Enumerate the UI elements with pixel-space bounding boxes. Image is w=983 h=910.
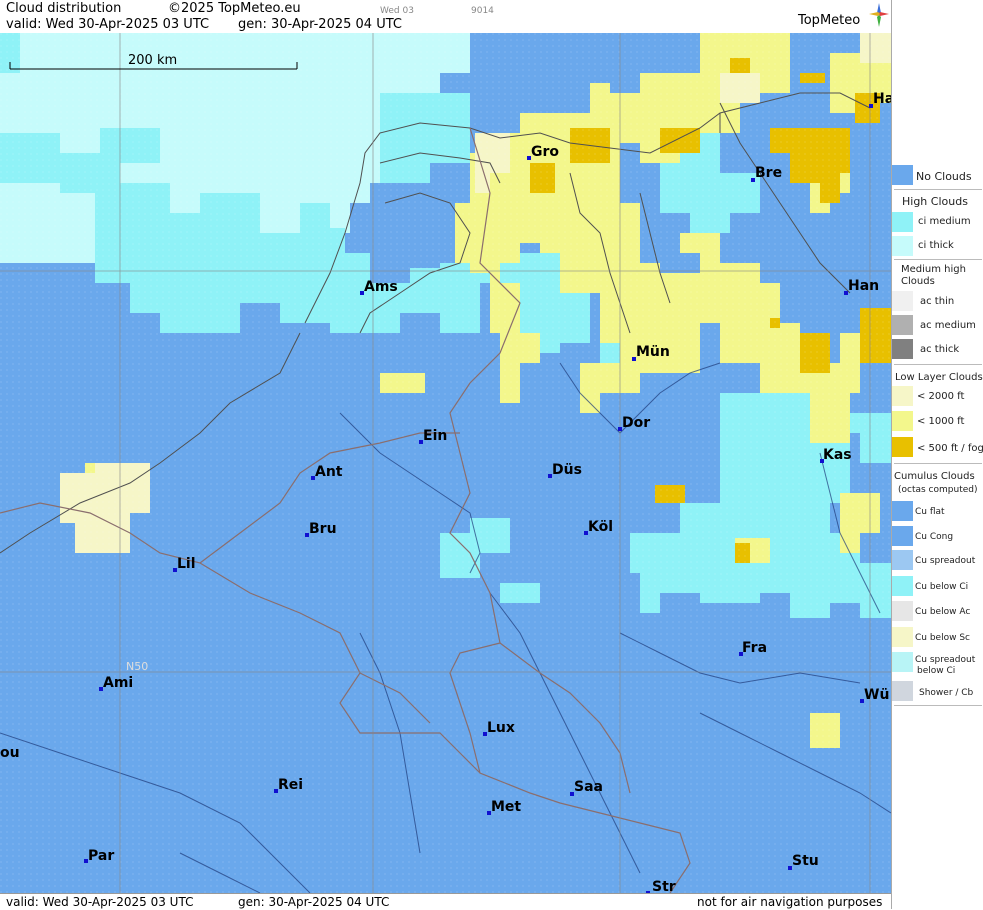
city-label-dus: Düs xyxy=(552,462,582,478)
swatch-no-clouds xyxy=(892,165,913,185)
city-label-ou: ou xyxy=(0,745,20,761)
city-label-par: Par xyxy=(88,848,114,864)
legend-cumulus-heading-1: Cumulus Clouds xyxy=(894,471,975,482)
legend-low-1000: < 1000 ft xyxy=(917,416,965,427)
city-label-kol: Köl xyxy=(588,519,613,535)
swatch-ci-medium xyxy=(892,212,913,232)
legend-ac-thin: ac thin xyxy=(920,296,955,307)
swatch-ac-thick xyxy=(892,339,913,359)
swatch-cu-spread-below-ci xyxy=(892,652,913,672)
swatch-cu-flat xyxy=(892,501,913,521)
legend-separator-1 xyxy=(894,189,982,190)
city-label-ein: Ein xyxy=(423,428,447,444)
city-label-lil: Lil xyxy=(177,556,196,572)
legend-cu-spread-below-ci-2: below Ci xyxy=(917,666,956,676)
texture-overlay xyxy=(0,33,891,893)
cloud-map[interactable]: 200 km N50 Gro Ha Bre Ams Han Mün Dor Ei… xyxy=(0,33,891,893)
legend-shower-cb: Shower / Cb xyxy=(919,688,974,698)
city-label-gro: Gro xyxy=(531,144,559,160)
city-label-dor: Dor xyxy=(622,415,650,431)
city-label-stu: Stu xyxy=(792,853,819,869)
city-label-bru: Bru xyxy=(309,521,337,537)
swatch-cu-spreadout xyxy=(892,550,913,570)
swatch-low-2000 xyxy=(892,386,913,406)
map-title: Cloud distribution xyxy=(6,1,122,16)
legend-separator-3 xyxy=(894,364,982,365)
legend-medium-high-2: Clouds xyxy=(901,276,935,287)
city-label-mun: Mün xyxy=(636,344,670,360)
swatch-cu-below-ci xyxy=(892,576,913,596)
city-label-fra: Fra xyxy=(742,640,767,656)
legend-separator-2 xyxy=(894,259,982,260)
legend-cu-below-ac: Cu below Ac xyxy=(915,607,971,617)
city-label-ha: Ha xyxy=(873,91,891,107)
footer-bar: valid: Wed 30-Apr-2025 03 UTC gen: 30-Ap… xyxy=(0,893,891,910)
footer-valid-time: valid: Wed 30-Apr-2025 03 UTC xyxy=(6,895,194,909)
city-label-str: Str xyxy=(652,879,676,893)
footer-gen-time: gen: 30-Apr-2025 04 UTC xyxy=(238,895,390,909)
legend-cu-cong: Cu Cong xyxy=(915,532,954,542)
cloud-map-svg[interactable]: 200 km N50 Gro Ha Bre Ams Han Mün Dor Ei… xyxy=(0,33,891,893)
copyright-text: ©2025 TopMeteo.eu xyxy=(168,1,301,16)
legend-medium-high-1: Medium high xyxy=(901,264,966,275)
swatch-ac-medium xyxy=(892,315,913,335)
legend-cu-below-ci: Cu below Ci xyxy=(915,582,969,592)
city-label-ant: Ant xyxy=(315,464,343,480)
mini-label-2: 9014 xyxy=(471,6,494,16)
city-label-rei: Rei xyxy=(278,777,303,793)
footer-note: not for air navigation purposes xyxy=(697,895,883,909)
legend-separator-5 xyxy=(894,705,982,706)
compass-icon xyxy=(869,3,889,27)
swatch-shower-cb xyxy=(892,681,913,701)
swatch-ac-thin xyxy=(892,291,913,311)
header-bar: Cloud distribution ©2025 TopMeteo.eu Wed… xyxy=(0,0,891,34)
latitude-label: N50 xyxy=(126,660,148,673)
legend-ac-thick: ac thick xyxy=(920,344,960,355)
swatch-low-1000 xyxy=(892,411,913,431)
legend-separator-4 xyxy=(894,463,982,464)
topmeteo-logo: TopMeteo xyxy=(798,13,861,28)
legend-cumulus-heading-2: (octas computed) xyxy=(898,485,978,495)
city-label-ami: Ami xyxy=(103,675,133,691)
legend-panel: No Clouds High Clouds ci medium ci thick… xyxy=(891,0,983,909)
valid-time: valid: Wed 30-Apr-2025 03 UTC xyxy=(6,17,210,32)
legend-ci-medium: ci medium xyxy=(918,216,971,227)
scale-label: 200 km xyxy=(128,53,177,68)
swatch-cu-below-ac xyxy=(892,601,913,621)
legend-no-clouds: No Clouds xyxy=(916,170,972,183)
legend-ci-thick: ci thick xyxy=(918,240,954,251)
swatch-low-500 xyxy=(892,437,913,457)
city-label-bre: Bre xyxy=(755,165,782,181)
gen-time: gen: 30-Apr-2025 04 UTC xyxy=(238,17,402,32)
city-label-ams: Ams xyxy=(364,279,398,295)
swatch-cu-cong xyxy=(892,526,913,546)
city-label-saa: Saa xyxy=(574,779,603,795)
legend-high-clouds-heading: High Clouds xyxy=(902,195,968,208)
legend-cu-spread-below-ci-1: Cu spreadout xyxy=(915,655,976,665)
swatch-ci-thick xyxy=(892,236,913,256)
city-label-kas: Kas xyxy=(823,447,852,463)
legend-cu-spreadout: Cu spreadout xyxy=(915,556,976,566)
legend-low-2000: < 2000 ft xyxy=(917,391,965,402)
city-label-lux: Lux xyxy=(487,720,515,736)
city-label-met: Met xyxy=(491,799,521,815)
legend-ac-medium: ac medium xyxy=(920,320,976,331)
city-label-han: Han xyxy=(848,278,879,294)
legend-cu-flat: Cu flat xyxy=(915,507,945,517)
swatch-cu-below-sc xyxy=(892,627,913,647)
legend-low-layer-heading: Low Layer Clouds xyxy=(895,372,983,383)
legend-low-500: < 500 ft / fog xyxy=(917,443,983,454)
city-label-wu: Wü xyxy=(864,687,889,703)
legend-cu-below-sc: Cu below Sc xyxy=(915,633,970,643)
